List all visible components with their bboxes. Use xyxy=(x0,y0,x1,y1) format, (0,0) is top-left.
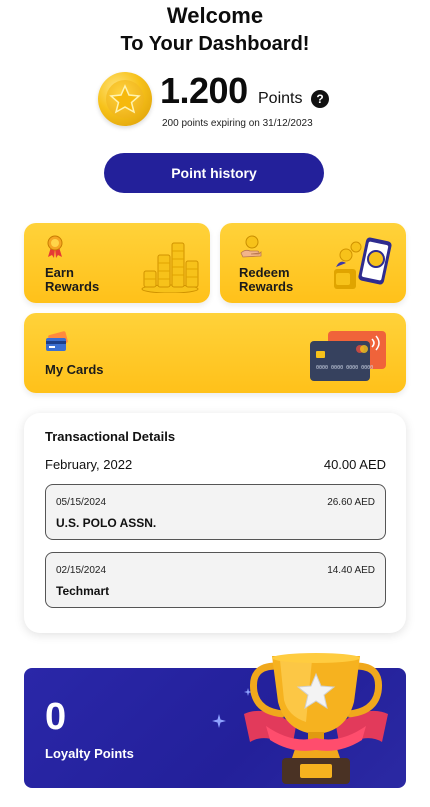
phone-wallet-icon xyxy=(334,237,392,289)
hand-coin-icon xyxy=(240,235,262,258)
coin-icon xyxy=(98,72,152,126)
help-icon[interactable]: ? xyxy=(311,90,329,108)
svg-text:0000 0000 0000 0000: 0000 0000 0000 0000 xyxy=(316,365,373,371)
my-cards-tile[interactable]: My Cards 0000 0000 0000 0000 xyxy=(24,313,406,393)
trophy-icon xyxy=(244,653,388,784)
transaction-merchant: Techmart xyxy=(56,584,110,598)
points-label: Points xyxy=(258,90,303,107)
medal-icon xyxy=(47,235,63,258)
earn-rewards-tile[interactable]: Earn Rewards xyxy=(24,223,210,303)
transaction-date: 05/15/2024 xyxy=(56,497,107,508)
transaction-item[interactable]: 05/15/2024 26.60 AED U.S. POLO ASSN. xyxy=(45,484,386,540)
point-history-button[interactable]: Point history xyxy=(104,153,324,193)
my-cards-label: My Cards xyxy=(45,362,104,377)
coin-stacks-icon xyxy=(141,242,199,293)
redeem-rewards-tile[interactable]: Redeem Rewards xyxy=(220,223,406,303)
transaction-amount: 14.40 AED xyxy=(327,565,375,576)
transaction-merchant: U.S. POLO ASSN. xyxy=(56,516,157,530)
transactions-title: Transactional Details xyxy=(45,429,176,444)
loyalty-points-label: Loyalty Points xyxy=(45,746,134,761)
transaction-amount: 26.60 AED xyxy=(327,497,375,508)
loyalty-points-card[interactable]: 0 Loyalty Points xyxy=(24,653,406,788)
credit-card-icon xyxy=(46,331,68,351)
redeem-rewards-label: Redeem Rewards xyxy=(239,265,294,294)
transaction-date: 02/15/2024 xyxy=(56,565,107,576)
earn-rewards-label: Earn Rewards xyxy=(45,265,100,294)
dashboard-subtitle: To Your Dashboard! xyxy=(120,33,310,55)
transactions-month: February, 2022 xyxy=(45,457,133,472)
loyalty-points-value: 0 xyxy=(45,696,67,738)
points-expiry-note: 200 points expiring on 31/12/2023 xyxy=(162,118,313,129)
sparkle-icon xyxy=(212,714,226,728)
transaction-item[interactable]: 02/15/2024 14.40 AED Techmart xyxy=(45,552,386,608)
transactions-month-total: 40.00 AED xyxy=(323,457,386,472)
welcome-title: Welcome xyxy=(166,3,264,28)
transaction-details-panel: Transactional Details February, 2022 40.… xyxy=(24,413,406,633)
cards-illustration-icon: 0000 0000 0000 0000 xyxy=(310,331,386,381)
points-value: 1.200 xyxy=(160,70,248,111)
